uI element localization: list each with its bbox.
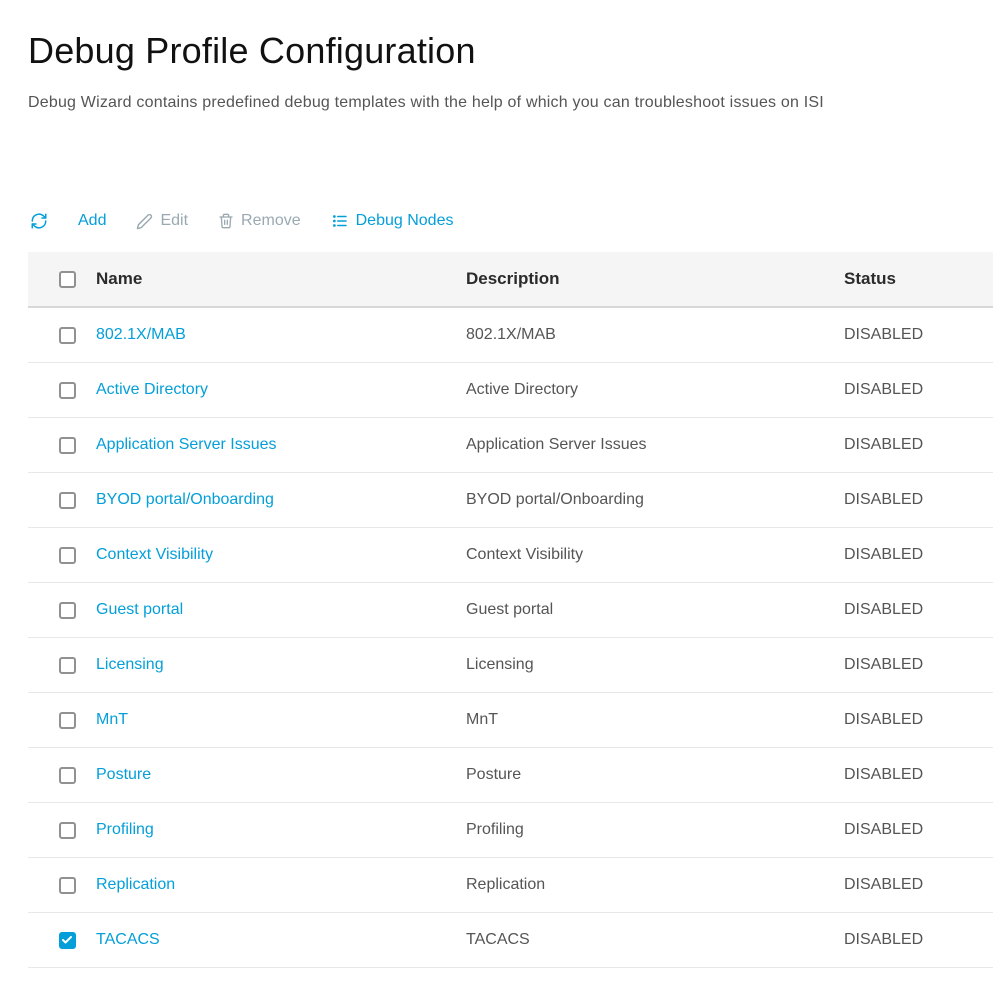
profile-description: Licensing [466, 656, 844, 674]
debug-nodes-label: Debug Nodes [356, 212, 454, 230]
profiles-table: Name Description Status 802.1X/MAB 802.1X… [28, 252, 993, 968]
refresh-icon[interactable] [30, 212, 48, 230]
profile-status: DISABLED [844, 381, 993, 399]
profile-name-link[interactable]: Active Directory [96, 381, 208, 398]
page-title: Debug Profile Configuration [28, 30, 993, 72]
row-checkbox[interactable] [59, 437, 76, 454]
list-icon [331, 212, 349, 230]
toolbar: Add Edit Remove [28, 212, 993, 230]
trash-icon [218, 213, 234, 229]
table-row: TACACSTACACSDISABLED [28, 913, 993, 968]
profile-description: Replication [466, 876, 844, 894]
profile-name-link[interactable]: Application Server Issues [96, 436, 277, 453]
profile-name-link[interactable]: TACACS [96, 931, 160, 948]
profile-status: DISABLED [844, 546, 993, 564]
table-row: 802.1X/MAB802.1X/MABDISABLED [28, 308, 993, 363]
profile-status: DISABLED [844, 711, 993, 729]
header-status[interactable]: Status [844, 269, 993, 289]
profile-name-link[interactable]: Replication [96, 876, 175, 893]
select-all-checkbox[interactable] [59, 271, 76, 288]
row-checkbox[interactable] [59, 492, 76, 509]
edit-button[interactable]: Edit [136, 212, 188, 230]
profile-status: DISABLED [844, 436, 993, 454]
debug-nodes-button[interactable]: Debug Nodes [331, 212, 454, 230]
profile-status: DISABLED [844, 656, 993, 674]
row-checkbox[interactable] [59, 327, 76, 344]
row-checkbox[interactable] [59, 767, 76, 784]
row-checkbox[interactable] [59, 877, 76, 894]
table-row: MnTMnTDISABLED [28, 693, 993, 748]
edit-label: Edit [160, 212, 188, 230]
table-row: BYOD portal/Onboarding BYOD portal/Onboar… [28, 473, 993, 528]
row-checkbox[interactable] [59, 602, 76, 619]
profile-status: DISABLED [844, 766, 993, 784]
profile-description: Active Directory [466, 381, 844, 399]
header-name[interactable]: Name [88, 269, 466, 289]
profile-status: DISABLED [844, 601, 993, 619]
row-checkbox[interactable] [59, 382, 76, 399]
table-row: LicensingLicensingDISABLED [28, 638, 993, 693]
profile-name-link[interactable]: MnT [96, 711, 128, 728]
profile-name-link[interactable]: Posture [96, 766, 151, 783]
profile-name-link[interactable]: BYOD portal/Onboarding [96, 491, 274, 508]
row-checkbox[interactable] [59, 547, 76, 564]
profile-status: DISABLED [844, 876, 993, 894]
table-header-row: Name Description Status [28, 252, 993, 308]
profile-name-link[interactable]: 802.1X/MAB [96, 326, 186, 343]
profile-description: Posture [466, 766, 844, 784]
row-checkbox[interactable] [59, 712, 76, 729]
profile-status: DISABLED [844, 326, 993, 344]
table-row: PosturePostureDISABLED [28, 748, 993, 803]
profile-description: BYOD portal/Onboarding [466, 491, 844, 509]
profile-status: DISABLED [844, 491, 993, 509]
pencil-icon [136, 213, 153, 230]
profile-description: TACACS [466, 931, 844, 949]
profile-description: Profiling [466, 821, 844, 839]
profile-description: 802.1X/MAB [466, 326, 844, 344]
profile-description: Application Server Issues [466, 436, 844, 454]
page-subtitle: Debug Wizard contains predefined debug t… [28, 94, 993, 112]
profile-description: Context Visibility [466, 546, 844, 564]
row-checkbox[interactable] [59, 657, 76, 674]
profile-status: DISABLED [844, 821, 993, 839]
table-row: Active DirectoryActive DirectoryDISABLED [28, 363, 993, 418]
table-row: ReplicationReplicationDISABLED [28, 858, 993, 913]
table-row: Guest portalGuest portalDISABLED [28, 583, 993, 638]
profile-description: Guest portal [466, 601, 844, 619]
profile-name-link[interactable]: Guest portal [96, 601, 183, 618]
remove-label: Remove [241, 212, 301, 230]
profile-description: MnT [466, 711, 844, 729]
table-row: Application Server Issues Application Ser… [28, 418, 993, 473]
add-button[interactable]: Add [78, 212, 106, 230]
row-checkbox[interactable] [59, 932, 76, 949]
profile-name-link[interactable]: Licensing [96, 656, 164, 673]
row-checkbox[interactable] [59, 822, 76, 839]
profile-name-link[interactable]: Profiling [96, 821, 154, 838]
add-label: Add [78, 212, 106, 230]
profile-name-link[interactable]: Context Visibility [96, 546, 213, 563]
header-description[interactable]: Description [466, 269, 844, 289]
table-row: ProfilingProfilingDISABLED [28, 803, 993, 858]
profile-status: DISABLED [844, 931, 993, 949]
remove-button[interactable]: Remove [218, 212, 301, 230]
table-row: Context VisibilityContext VisibilityDISA… [28, 528, 993, 583]
